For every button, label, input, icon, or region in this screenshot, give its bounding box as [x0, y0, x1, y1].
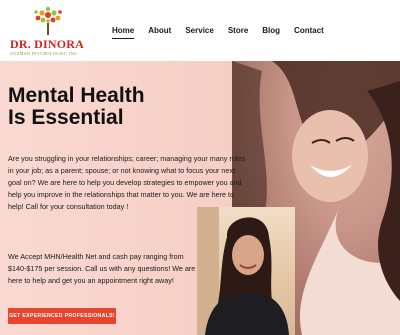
- hero-paragraph-2: We Accept MHN/Health Net and cash pay ra…: [8, 252, 196, 285]
- hero-title-line1: Mental Health: [8, 84, 145, 107]
- nav-home[interactable]: Home: [112, 26, 135, 39]
- brand-subtitle: GUZMAN PSYCHOLOGIST, INC.: [10, 51, 79, 56]
- hero-section: Mental Health Is Essential Are you strug…: [0, 61, 400, 335]
- brand-logo[interactable]: DR. DINORA GUZMAN PSYCHOLOGIST, INC.: [8, 6, 100, 56]
- brand-name: DR. DINORA: [10, 37, 84, 51]
- nav-blog[interactable]: Blog: [262, 26, 280, 39]
- main-nav: Home About Service Store Blog Contact: [112, 26, 338, 39]
- cta-button[interactable]: GET EXPERIENCED PROFESSIONALS!: [8, 308, 116, 324]
- site-header: DR. DINORA GUZMAN PSYCHOLOGIST, INC. Hom…: [0, 0, 400, 61]
- hero-paragraph-1: Are you struggling in your relationships…: [8, 154, 245, 211]
- nav-service[interactable]: Service: [185, 26, 213, 39]
- therapist-photo: [197, 207, 295, 335]
- hero-title-line2: Is Essential: [8, 106, 124, 129]
- therapist-illustration: [197, 207, 289, 335]
- tree-logo-icon: [34, 6, 62, 35]
- hero-title: Mental Health Is Essential: [8, 85, 228, 129]
- nav-contact[interactable]: Contact: [294, 26, 324, 39]
- nav-store[interactable]: Store: [228, 26, 248, 39]
- nav-about[interactable]: About: [148, 26, 171, 39]
